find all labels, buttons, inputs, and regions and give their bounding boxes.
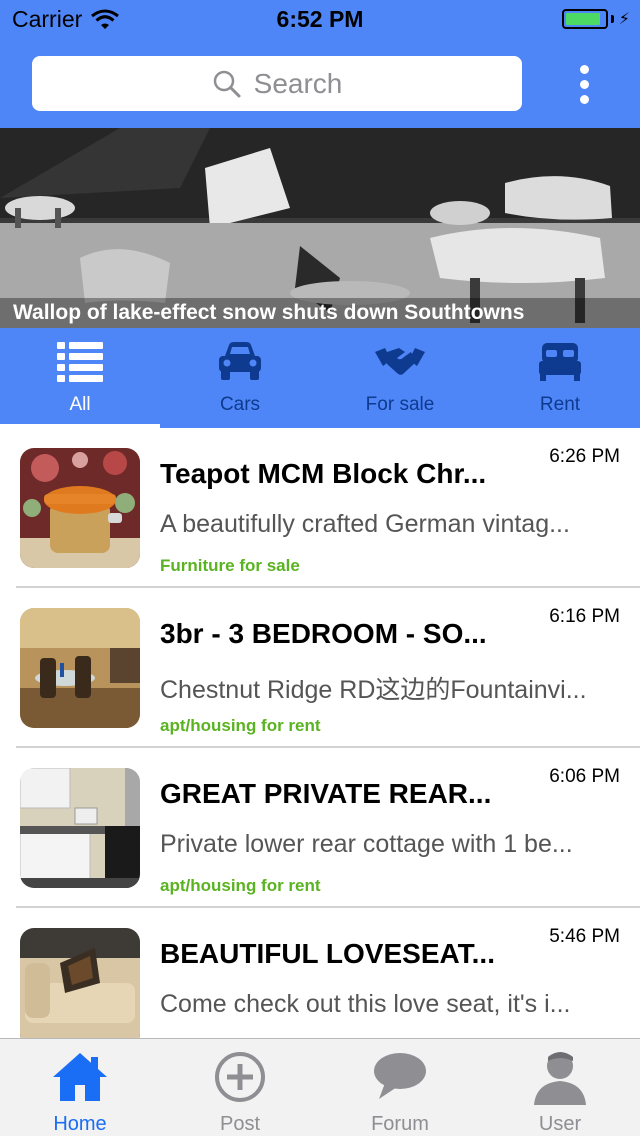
- tab-cars-label: Cars: [219, 394, 261, 415]
- listing-title: Teapot MCM Block Chr...: [160, 458, 487, 489]
- tab-for-sale[interactable]: For sale: [320, 328, 480, 428]
- listing-time: 6:16 PM: [549, 606, 620, 627]
- battery-indicator: ⚡: [561, 9, 630, 29]
- banner-caption: Wallop of lake-effect snow shuts down So…: [0, 298, 640, 328]
- status-bar: Carrier 6:52 PM ⚡: [0, 0, 640, 40]
- listing-title: 3br - 3 BEDROOM - SO...: [160, 618, 487, 649]
- tab-all-label: All: [69, 394, 91, 415]
- listing-thumbnail: [20, 608, 140, 728]
- battery-icon: [561, 9, 608, 29]
- more-options-button[interactable]: [560, 60, 608, 108]
- listing-feed[interactable]: Teapot MCM Block Chr... 6:26 PM A beauti…: [0, 428, 640, 1038]
- list-item[interactable]: GREAT PRIVATE REAR... 6:06 PM Private lo…: [0, 748, 640, 908]
- user-icon: [534, 1052, 586, 1105]
- tab-all[interactable]: All: [0, 328, 160, 428]
- listing-category[interactable]: apt/housing for rent: [160, 876, 321, 896]
- tab-rent-label: Rent: [539, 394, 581, 415]
- tab-rent[interactable]: Rent: [480, 328, 640, 428]
- tab-home-label: Home: [53, 1113, 107, 1135]
- tab-post[interactable]: Post: [160, 1039, 320, 1136]
- tab-home[interactable]: Home: [0, 1039, 160, 1136]
- listing-time: 6:06 PM: [549, 766, 620, 787]
- list-item[interactable]: 3br - 3 BEDROOM - SO... 6:16 PM Chestnut…: [0, 588, 640, 748]
- car-icon: [219, 342, 261, 380]
- tab-forum-label: Forum: [371, 1113, 429, 1135]
- tab-post-label: Post: [219, 1113, 261, 1135]
- listing-description: A beautifully crafted German vintag...: [160, 510, 570, 538]
- listing-title: GREAT PRIVATE REAR...: [160, 778, 492, 809]
- bed-icon: [539, 343, 581, 381]
- tab-user-label: User: [538, 1113, 582, 1135]
- list-icon: [57, 342, 103, 382]
- chat-bubble-icon: [374, 1053, 426, 1099]
- header: Search: [0, 40, 640, 128]
- tab-forum[interactable]: Forum: [320, 1039, 480, 1136]
- bottom-tab-bar: Home Post Forum User: [0, 1038, 640, 1136]
- tab-user[interactable]: User: [480, 1039, 640, 1136]
- category-tabs: All Cars For sale Rent: [0, 328, 640, 428]
- listing-thumbnail: [20, 448, 140, 568]
- home-icon: [53, 1053, 107, 1101]
- listing-thumbnail: [20, 768, 140, 888]
- listing-title: BEAUTIFUL LOVESEAT...: [160, 938, 495, 969]
- listing-time: 5:46 PM: [549, 926, 620, 947]
- charging-bolt-icon: ⚡: [618, 11, 630, 28]
- listing-category[interactable]: apt/housing for rent: [160, 716, 321, 736]
- listing-category[interactable]: Furniture for sale: [160, 556, 300, 576]
- search-placeholder: Search: [253, 67, 343, 99]
- search-icon: [213, 70, 241, 97]
- status-time: 6:52 PM: [276, 6, 364, 32]
- listing-description: Private lower rear cottage with 1 be...: [160, 830, 573, 858]
- battery-level: [565, 13, 600, 25]
- news-banner[interactable]: Wallop of lake-effect snow shuts down So…: [0, 128, 640, 328]
- listing-thumbnail: [20, 928, 140, 1038]
- search-input[interactable]: Search: [32, 56, 522, 111]
- listing-description: Come check out this love seat, it's i...: [160, 990, 571, 1018]
- listing-time: 6:26 PM: [549, 446, 620, 467]
- listing-description: Chestnut Ridge RD这边的Fountainvi...: [160, 676, 587, 704]
- list-item[interactable]: BEAUTIFUL LOVESEAT... 5:46 PM Come check…: [0, 908, 640, 1038]
- handshake-icon: [375, 348, 425, 375]
- tab-cars[interactable]: Cars: [160, 328, 320, 428]
- tab-for-sale-label: For sale: [365, 394, 435, 415]
- list-item[interactable]: Teapot MCM Block Chr... 6:26 PM A beauti…: [0, 428, 640, 588]
- plus-circle-icon: [215, 1052, 265, 1102]
